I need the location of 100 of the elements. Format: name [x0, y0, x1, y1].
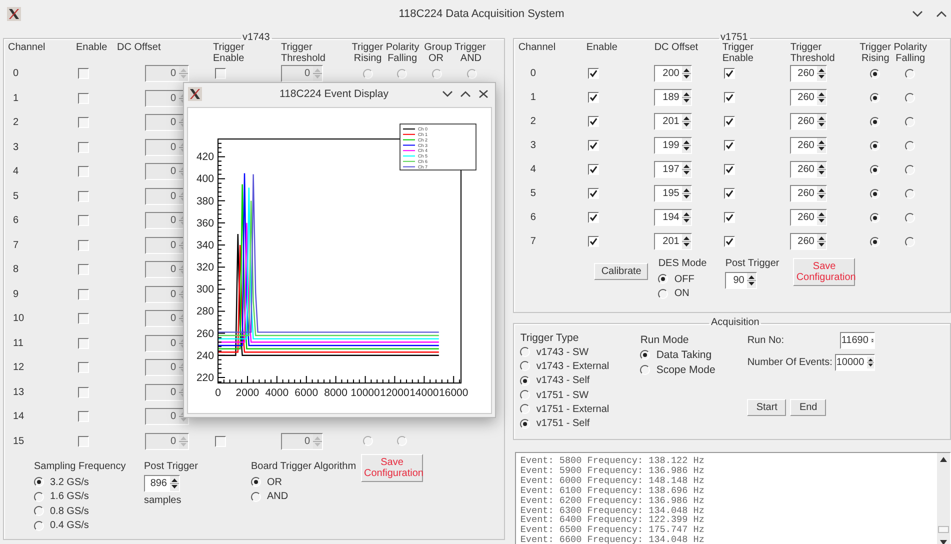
checkbox[interactable]	[724, 68, 736, 79]
number-field[interactable]: 90	[725, 272, 758, 289]
column-header: DC Offset	[654, 43, 700, 54]
spinner-icon[interactable]	[682, 234, 692, 249]
channel-number: 8	[13, 264, 19, 275]
number-field[interactable]: 195	[654, 185, 692, 202]
spinner-icon[interactable]	[817, 234, 826, 249]
checkbox[interactable]	[724, 116, 736, 127]
spinner-icon[interactable]	[817, 114, 826, 129]
radio-button[interactable]	[870, 92, 880, 102]
checkbox[interactable]	[724, 236, 736, 247]
checkbox[interactable]	[724, 140, 736, 151]
field-label: Number Of Events:	[747, 357, 832, 368]
radio-button[interactable]	[640, 365, 650, 376]
radio-button[interactable]	[870, 212, 880, 222]
radio-button[interactable]	[658, 274, 668, 284]
radio-button[interactable]	[870, 116, 880, 126]
radio-button[interactable]	[520, 347, 530, 358]
radio-button[interactable]	[905, 68, 916, 78]
number-field[interactable]: 260	[790, 65, 828, 82]
checkbox[interactable]	[724, 188, 736, 199]
scrollbar[interactable]	[937, 453, 950, 544]
radio-button[interactable]	[905, 212, 916, 222]
number-field[interactable]: 201	[654, 113, 692, 130]
number-field[interactable]: 260	[790, 137, 828, 154]
button[interactable]: Calibrate	[594, 263, 648, 280]
spinner-icon[interactable]	[817, 210, 826, 225]
checkbox[interactable]	[588, 212, 600, 223]
number-field[interactable]: 260	[790, 161, 828, 178]
number-field[interactable]: 197	[654, 161, 692, 178]
radio-button[interactable]	[870, 164, 880, 174]
checkbox[interactable]	[724, 212, 736, 223]
spinner-icon[interactable]	[817, 138, 826, 153]
radio-button[interactable]	[520, 376, 530, 386]
number-field[interactable]: 260	[790, 185, 828, 202]
checkbox[interactable]	[724, 92, 736, 103]
radio-button[interactable]	[658, 288, 668, 299]
button[interactable]: Save Configuration	[793, 258, 856, 286]
spinner-icon[interactable]	[682, 114, 692, 129]
checkbox[interactable]	[588, 236, 600, 247]
maximize-icon[interactable]	[460, 90, 471, 98]
number-field[interactable]: 194	[654, 209, 692, 226]
spinner-icon[interactable]	[682, 186, 692, 201]
checkbox[interactable]	[588, 92, 600, 103]
close-icon[interactable]	[478, 90, 489, 98]
radio-button[interactable]	[520, 404, 530, 414]
checkbox[interactable]	[588, 116, 600, 127]
button[interactable]: Start	[747, 399, 786, 416]
radio-button[interactable]	[905, 92, 916, 102]
number-field[interactable]: 199	[654, 137, 692, 154]
scroll-down-icon[interactable]	[940, 540, 947, 544]
number-field[interactable]: 10000	[835, 354, 876, 371]
spinner-icon[interactable]	[682, 66, 692, 81]
spinner-icon[interactable]	[817, 90, 826, 105]
scroll-up-icon[interactable]	[940, 457, 947, 462]
spinner-icon[interactable]	[867, 355, 874, 370]
number-field[interactable]: 200	[654, 65, 692, 82]
checkbox[interactable]	[588, 68, 600, 79]
radio-button[interactable]	[870, 68, 880, 78]
number-field[interactable]: 189	[654, 89, 692, 106]
radio-button[interactable]	[520, 390, 530, 400]
spinner-icon[interactable]	[747, 273, 756, 288]
spinner-icon[interactable]	[682, 162, 692, 177]
spinner-icon[interactable]	[817, 162, 826, 177]
spinner-icon[interactable]	[682, 138, 692, 153]
channel-number: 9	[13, 288, 19, 300]
radio-button[interactable]	[870, 140, 880, 150]
button[interactable]: End	[790, 399, 826, 416]
spinner-icon[interactable]	[682, 210, 692, 225]
number-field[interactable]: 11690	[840, 332, 876, 349]
checkbox[interactable]	[588, 140, 600, 151]
radio-button[interactable]	[870, 188, 880, 198]
radio-button[interactable]	[905, 164, 916, 174]
number-field[interactable]: 260	[790, 209, 828, 226]
radio-button[interactable]	[640, 350, 650, 360]
scroll-thumb[interactable]	[938, 526, 949, 533]
maximize-icon[interactable]	[936, 10, 947, 18]
number-field[interactable]: 260	[790, 89, 828, 106]
radio-button[interactable]	[905, 236, 916, 246]
spinner-icon[interactable]	[682, 90, 692, 105]
radio-button[interactable]	[905, 140, 916, 150]
minimize-icon[interactable]	[912, 10, 923, 18]
checkbox[interactable]	[588, 164, 600, 175]
radio-button[interactable]	[870, 236, 880, 246]
spinner-icon[interactable]	[817, 66, 826, 81]
spinner-icon[interactable]	[817, 186, 826, 201]
radio-button[interactable]	[905, 116, 916, 126]
number-field[interactable]: 260	[790, 113, 828, 130]
radio-button[interactable]	[520, 418, 530, 429]
number-field[interactable]: 260	[790, 233, 828, 250]
channel-number: 14	[13, 411, 24, 422]
window-title: 118C224 Data Acquisition System	[398, 8, 566, 20]
radio-button[interactable]	[520, 361, 530, 372]
minimize-icon[interactable]	[442, 90, 453, 98]
checkbox[interactable]	[588, 188, 600, 199]
radio-button[interactable]	[905, 188, 916, 198]
number-field[interactable]: 201	[654, 233, 692, 250]
checkbox[interactable]	[724, 164, 736, 175]
channel-number: 7	[13, 240, 19, 250]
option-label: v1743 - External	[536, 360, 610, 372]
